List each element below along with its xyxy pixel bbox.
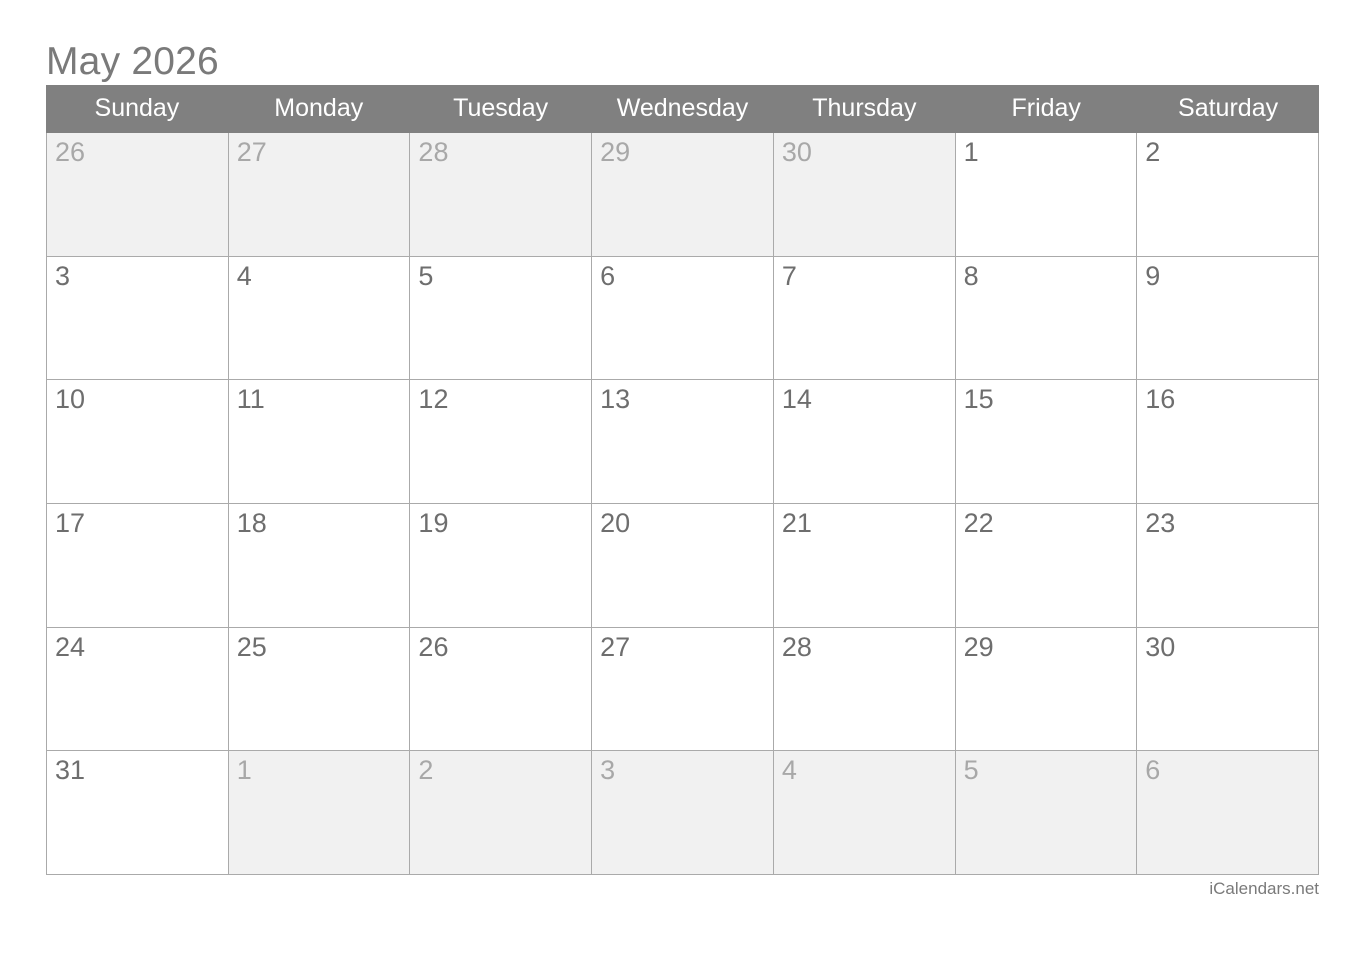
day-cell[interactable]: 10	[47, 380, 229, 505]
day-cell-other-month[interactable]: 28	[410, 133, 593, 257]
day-cell-other-month[interactable]: 29	[592, 133, 774, 257]
weekday-saturday: Saturday	[1178, 94, 1279, 122]
day-number: 5	[963, 755, 979, 786]
day-cell[interactable]: 11	[228, 380, 411, 505]
day-number: 2	[418, 755, 434, 786]
day-number: 26	[55, 137, 86, 167]
day-cell-other-month[interactable]: 1	[228, 751, 411, 876]
day-number: 22	[963, 508, 994, 539]
day-cell[interactable]: 24	[47, 627, 229, 752]
day-number: 30	[1145, 631, 1176, 662]
weekday-tuesday: Tuesday	[453, 94, 549, 122]
day-number: 3	[600, 755, 616, 786]
day-cell[interactable]: 15	[955, 380, 1138, 505]
weekday-header: Sunday Monday Tuesday Wednesday Thursday…	[46, 85, 1319, 133]
day-cell[interactable]: 21	[773, 504, 956, 628]
day-number: 13	[600, 384, 631, 415]
weekday-friday: Friday	[1011, 94, 1081, 122]
day-number: 20	[600, 508, 631, 539]
weekday-wednesday: Wednesday	[616, 94, 749, 122]
day-number: 10	[55, 384, 86, 415]
calendar-title: May 2026	[46, 40, 219, 83]
day-number: 29	[963, 631, 994, 662]
day-number: 7	[781, 260, 797, 291]
day-number: 31	[55, 755, 86, 786]
site-credit: iCalendars.net	[1209, 879, 1319, 898]
day-number: 4	[236, 260, 252, 291]
day-cell[interactable]: 30	[1137, 627, 1319, 752]
day-number: 5	[418, 260, 434, 291]
day-number: 28	[781, 631, 812, 662]
day-cell[interactable]: 28	[773, 627, 956, 752]
day-cell-other-month[interactable]: 3	[592, 751, 774, 876]
day-number: 18	[236, 508, 267, 539]
day-cell[interactable]: 16	[1137, 380, 1319, 505]
day-cell[interactable]: 22	[955, 504, 1138, 628]
day-cell[interactable]: 13	[592, 380, 774, 505]
day-cell[interactable]: 23	[1137, 504, 1319, 628]
day-cell[interactable]: 27	[592, 627, 774, 752]
day-number: 29	[600, 137, 631, 167]
day-cell[interactable]: 6	[592, 256, 774, 381]
day-number: 17	[55, 508, 86, 539]
day-number: 3	[55, 260, 71, 291]
day-cell-other-month[interactable]: 26	[47, 133, 229, 257]
day-cell[interactable]: 17	[47, 504, 229, 628]
day-cell[interactable]: 7	[773, 256, 956, 381]
day-number: 16	[1145, 384, 1176, 415]
day-cell[interactable]: 4	[228, 256, 411, 381]
day-grid: 26 27 28 29 30 1 2 3 4 5 6 7 8 9 10 11 12 13 14 15 16 17 18 19 2…	[46, 133, 1319, 876]
day-number: 24	[55, 631, 86, 662]
day-cell[interactable]: 19	[410, 504, 593, 628]
weekday-thursday: Thursday	[812, 94, 917, 122]
day-cell[interactable]: 14	[773, 380, 956, 505]
day-number: 23	[1145, 508, 1176, 539]
day-number: 9	[1145, 260, 1161, 291]
day-cell[interactable]: 2	[1137, 133, 1319, 257]
day-number: 1	[963, 137, 979, 167]
day-cell-other-month[interactable]: 4	[773, 751, 956, 876]
day-cell[interactable]: 25	[228, 627, 411, 752]
calendar: Sunday Monday Tuesday Wednesday Thursday…	[46, 85, 1319, 876]
day-cell[interactable]: 26	[410, 627, 593, 752]
day-cell-other-month[interactable]: 27	[228, 133, 411, 257]
day-number: 27	[236, 137, 267, 167]
day-number: 6	[600, 260, 616, 291]
day-cell[interactable]: 8	[955, 256, 1138, 381]
day-cell[interactable]: 1	[955, 133, 1138, 257]
day-number: 26	[418, 631, 449, 662]
day-cell[interactable]: 3	[47, 256, 229, 381]
day-cell[interactable]: 9	[1137, 256, 1319, 381]
day-cell[interactable]: 20	[592, 504, 774, 628]
day-number: 8	[963, 260, 979, 291]
day-number: 12	[418, 384, 449, 415]
day-cell-other-month[interactable]: 2	[410, 751, 593, 876]
weekday-sunday: Sunday	[94, 94, 180, 122]
weekday-monday: Monday	[274, 94, 364, 122]
day-number: 1	[236, 755, 252, 786]
day-cell-other-month[interactable]: 30	[773, 133, 956, 257]
day-cell[interactable]: 18	[228, 504, 411, 628]
day-number: 21	[781, 508, 812, 539]
day-number: 2	[1145, 137, 1161, 167]
day-number: 28	[418, 137, 449, 167]
day-number: 11	[236, 384, 265, 415]
day-number: 19	[418, 508, 449, 539]
day-number: 14	[781, 384, 812, 415]
day-number: 4	[781, 755, 797, 786]
day-number: 30	[781, 137, 812, 167]
day-number: 27	[600, 631, 631, 662]
day-cell[interactable]: 12	[410, 380, 593, 505]
day-cell-other-month[interactable]: 5	[955, 751, 1138, 876]
day-number: 15	[963, 384, 994, 415]
day-cell[interactable]: 29	[955, 627, 1138, 752]
day-number: 6	[1145, 755, 1161, 786]
day-cell-other-month[interactable]: 6	[1137, 751, 1319, 876]
day-cell[interactable]: 5	[410, 256, 593, 381]
day-number: 25	[236, 631, 267, 662]
day-cell[interactable]: 31	[47, 751, 229, 876]
